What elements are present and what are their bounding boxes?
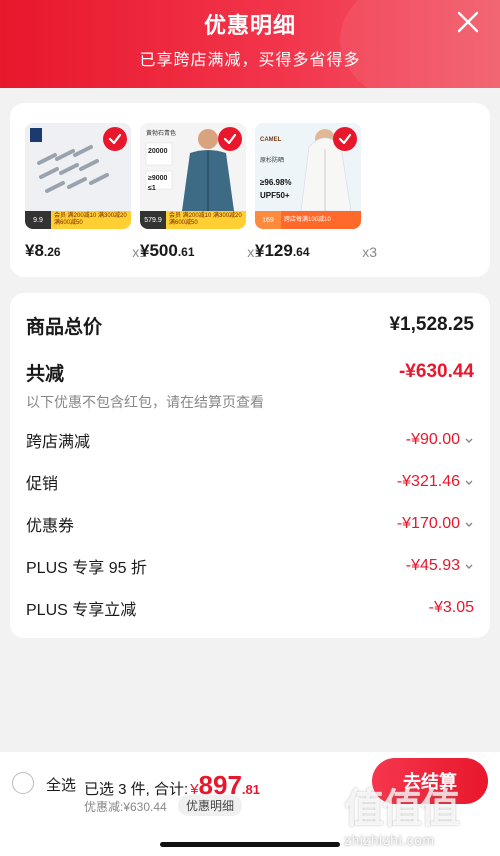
discount-row-plus-95[interactable]: PLUS 专享 95 折 -¥45.93 bbox=[26, 554, 474, 578]
product-image-stat: ≥96.98% bbox=[260, 178, 292, 187]
discount-row-promotion[interactable]: 促销 -¥321.46 bbox=[26, 470, 474, 494]
discount-summary: 商品总价 ¥1,528.25 共减 -¥630.44 以下优惠不包含红包，请在结… bbox=[10, 293, 490, 638]
page-title: 优惠明细 bbox=[203, 13, 296, 38]
product-item[interactable]: 9.9 会员 满200减10 满300减20 满600减50 ¥8.26 x1 bbox=[25, 123, 147, 261]
product-quantity: x3 bbox=[362, 244, 377, 260]
discount-row-coupon[interactable]: 优惠券 -¥170.00 bbox=[26, 512, 474, 536]
product-image-stat: ≤1 bbox=[148, 185, 156, 192]
checkout-button[interactable]: 去结算 bbox=[372, 758, 488, 804]
product-item[interactable]: CAMEL 原杉防晒 ≥96.98% UPF50+ 169 跨店每满100减10… bbox=[255, 123, 377, 261]
select-all-radio[interactable] bbox=[12, 772, 34, 794]
reduce-value: -¥630.44 bbox=[398, 361, 474, 382]
product-image-stat: UPF50+ bbox=[260, 191, 290, 200]
selected-check-icon[interactable] bbox=[218, 127, 242, 151]
chevron-down-icon bbox=[465, 522, 473, 527]
chevron-down-icon bbox=[465, 438, 473, 443]
selected-check-icon[interactable] bbox=[103, 127, 127, 151]
product-image-stat: 20000 bbox=[148, 148, 168, 155]
brand-label: CAMEL bbox=[260, 137, 282, 143]
selected-check-icon[interactable] bbox=[333, 127, 357, 151]
promo-strip: 579.9 会员 满200减10 满300减20 满600减50 bbox=[140, 211, 246, 229]
product-image-stat: ≥9000 bbox=[148, 175, 168, 182]
discount-detail-chip[interactable]: 优惠明细 bbox=[178, 795, 243, 816]
product-thumbnail[interactable]: 黄勃石青色 20000 ≥9000 ≤1 579.9 会员 满200减10 满3… bbox=[140, 123, 246, 229]
product-price: ¥500.61 bbox=[140, 241, 195, 260]
product-thumbnail[interactable]: CAMEL 原杉防晒 ≥96.98% UPF50+ 169 跨店每满100减10 bbox=[255, 123, 361, 229]
promo-strip: 169 跨店每满100减10 bbox=[255, 211, 361, 229]
home-indicator bbox=[160, 842, 340, 847]
promo-strip: 9.9 会员 满200减10 满300减20 满600减50 bbox=[25, 211, 131, 229]
checkout-bar: 全选 已选 3 件, 合计: ¥897.81 优惠减:¥630.44 优惠明细 … bbox=[0, 752, 500, 856]
close-icon[interactable] bbox=[454, 8, 482, 36]
detail-sheet: 9.9 会员 满200减10 满300减20 满600减50 ¥8.26 x1 bbox=[0, 88, 500, 856]
chevron-down-icon bbox=[465, 564, 473, 569]
total-row: 商品总价 ¥1,528.25 bbox=[26, 313, 474, 338]
product-image-label: 黄勃石青色 bbox=[146, 131, 177, 137]
discount-note: 以下优惠不包含红包，请在结算页查看 bbox=[26, 394, 264, 410]
product-item[interactable]: 黄勃石青色 20000 ≥9000 ≤1 579.9 会员 满200减10 满3… bbox=[140, 123, 262, 261]
products-card: 9.9 会员 满200减10 满300减20 满600减50 ¥8.26 x1 bbox=[10, 103, 490, 277]
total-value: ¥1,528.25 bbox=[389, 314, 474, 335]
promo-text: 跨店每满100减10 bbox=[281, 211, 361, 229]
discount-total: 优惠减:¥630.44 bbox=[84, 800, 167, 814]
promo-price: 9.9 bbox=[25, 211, 51, 229]
reduce-label: 共减 bbox=[26, 363, 65, 385]
promo-price: 169 bbox=[255, 211, 281, 229]
product-image-label: 原杉防晒 bbox=[260, 158, 285, 164]
product-price: ¥129.64 bbox=[255, 241, 310, 260]
chevron-down-icon bbox=[465, 480, 473, 485]
page-subtitle: 已享跨店满减，买得多省得多 bbox=[139, 52, 361, 69]
reduce-row: 共减 -¥630.44 bbox=[26, 360, 474, 385]
select-all-label[interactable]: 全选 bbox=[46, 774, 76, 795]
product-thumbnail[interactable]: 9.9 会员 满200减10 满300减20 满600减50 bbox=[25, 123, 131, 229]
product-price: ¥8.26 bbox=[25, 241, 61, 260]
promo-text: 会员 满200减10 满300减20 满600减50 bbox=[166, 211, 246, 229]
promo-text: 会员 满200减10 满300减20 满600减50 bbox=[51, 211, 131, 229]
promo-price: 579.9 bbox=[140, 211, 166, 229]
discount-row-cross-store[interactable]: 跨店满减 -¥90.00 bbox=[26, 428, 474, 452]
total-label: 商品总价 bbox=[26, 316, 103, 338]
discount-row-plus-reduce: PLUS 专享立减 -¥3.05 bbox=[26, 599, 474, 619]
header: 优惠明细 已享跨店满减，买得多省得多 bbox=[0, 0, 500, 88]
